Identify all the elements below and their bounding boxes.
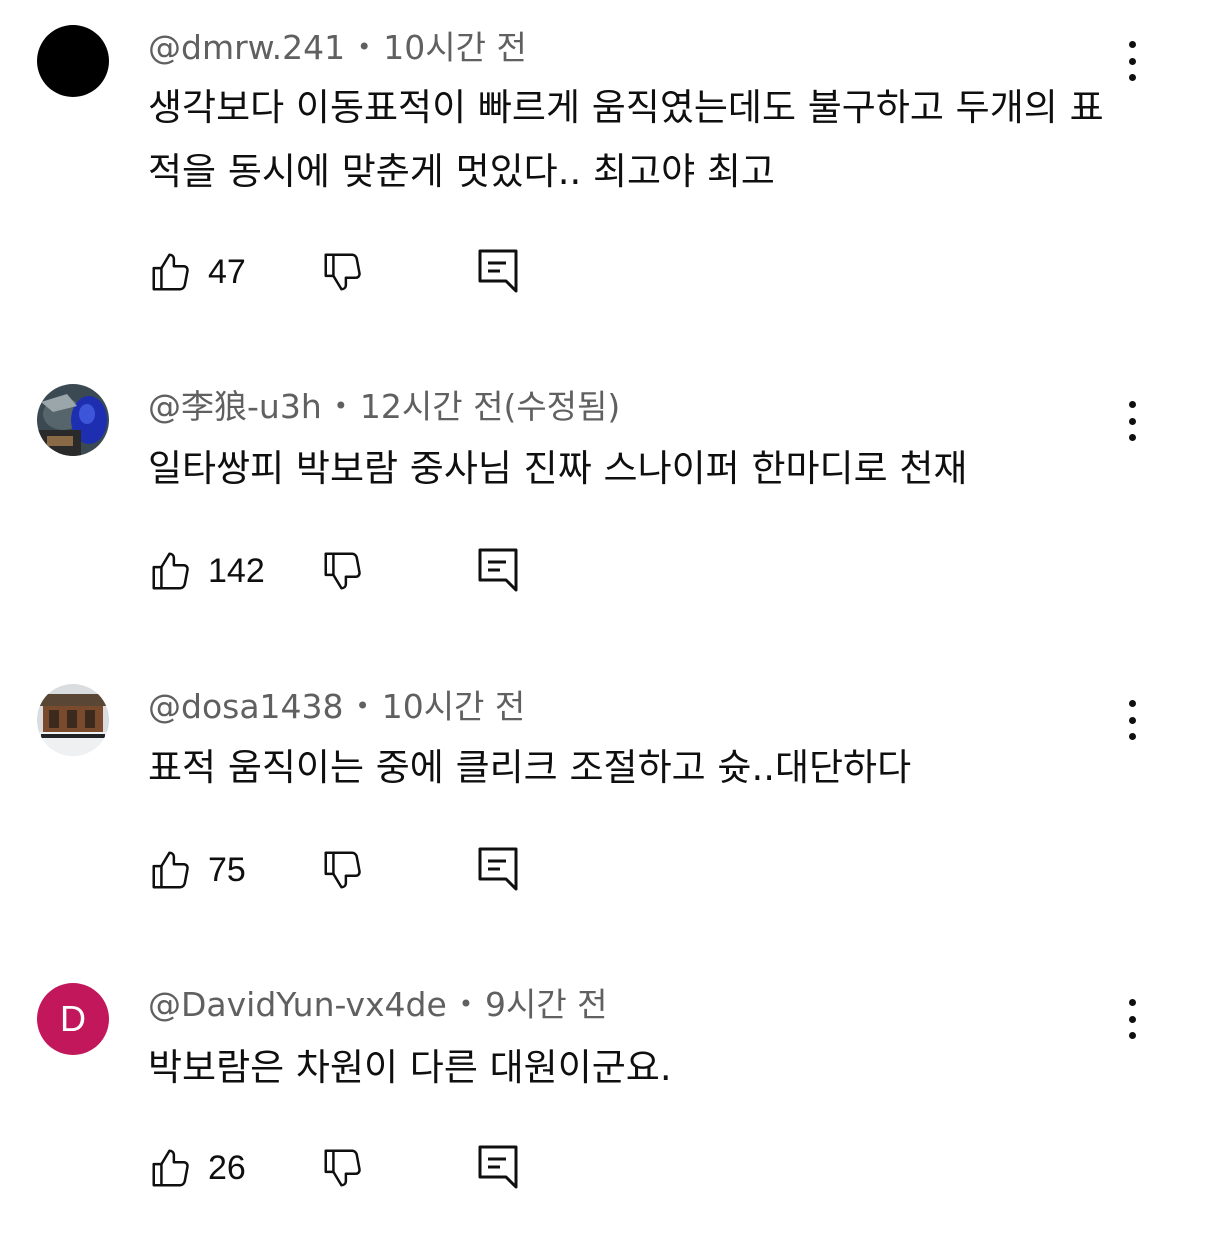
comment-actions: 142: [148, 546, 568, 596]
more-vert-icon-dot: [1128, 1032, 1136, 1039]
like-button[interactable]: 47: [148, 247, 246, 297]
comment-time: 10시간 전: [381, 687, 526, 726]
avatar[interactable]: D: [37, 983, 109, 1055]
comment-actions: 26: [148, 1143, 568, 1193]
more-options-button[interactable]: [1116, 399, 1148, 443]
more-vert-icon-dot: [1128, 417, 1136, 425]
like-count: 47: [208, 252, 246, 291]
comment-meta: @dmrw.241 • 10시간 전: [148, 26, 527, 72]
thumbs-down-icon: [324, 253, 361, 291]
reply-comment-icon: [478, 847, 518, 891]
comment-meta: @DavidYun-vx4de • 9시간 전: [148, 983, 608, 1029]
more-vert-icon-dot: [1128, 733, 1136, 740]
like-count: 142: [208, 551, 265, 590]
like-count: 75: [208, 850, 246, 889]
reply-button[interactable]: [476, 1143, 520, 1193]
thumbs-down-icon: [324, 552, 361, 590]
more-vert-icon-dot: [1128, 716, 1136, 724]
comment-text: 생각보다 이동표적이 빠르게 움직였는데도 불구하고 두개의 표적을 동시에 맞…: [148, 86, 1104, 193]
comment-text: 표적 움직이는 중에 클리크 조절하고 슛..대단하다: [148, 746, 912, 789]
comment-time: 10시간 전: [383, 28, 527, 67]
thumbs-up-icon: [152, 1149, 189, 1187]
dislike-button[interactable]: [320, 1143, 366, 1193]
comment-author[interactable]: @DavidYun-vx4de: [148, 985, 447, 1024]
more-vert-icon: [1128, 401, 1136, 408]
avatar[interactable]: [37, 384, 109, 456]
comment-author[interactable]: @李狼-u3h: [148, 387, 322, 426]
more-options-button[interactable]: [1116, 997, 1148, 1041]
dislike-button[interactable]: [320, 845, 366, 895]
comment-author[interactable]: @dosa1438: [148, 687, 344, 726]
reply-comment-icon: [478, 548, 518, 592]
reply-button[interactable]: [476, 845, 520, 895]
more-vert-icon-dot: [1128, 1015, 1136, 1023]
more-vert-icon-dot: [1128, 57, 1136, 65]
comment-meta: @dosa1438 • 10시간 전: [148, 685, 525, 731]
thumbs-up-icon: [152, 253, 189, 291]
more-vert-icon: [1128, 700, 1136, 707]
comment-time: 12시간 전(수정됨): [359, 387, 621, 426]
more-options-button[interactable]: [1116, 39, 1148, 83]
comment-actions: 47: [148, 247, 568, 297]
like-button[interactable]: 26: [148, 1143, 246, 1193]
separator-dot: •: [333, 391, 348, 420]
like-button[interactable]: 75: [148, 845, 246, 895]
comment-text: 박보람은 차원이 다른 대원이군요.: [148, 1046, 672, 1089]
comment-actions: 75: [148, 845, 568, 895]
thumbs-up-icon: [152, 851, 189, 889]
reply-comment-icon: [478, 1145, 518, 1189]
more-vert-icon-dot: [1128, 74, 1136, 81]
separator-dot: •: [458, 989, 473, 1018]
avatar-photo: [37, 684, 109, 756]
thumbs-down-icon: [324, 1149, 361, 1187]
dislike-button[interactable]: [320, 247, 366, 297]
comment-text: 일타쌍피 박보람 중사님 진짜 스나이퍼 한마디로 천재: [148, 447, 968, 490]
comment-meta: @李狼-u3h • 12시간 전(수정됨): [148, 385, 620, 431]
more-vert-icon: [1128, 41, 1136, 48]
comment-time: 9시간 전: [484, 985, 608, 1024]
thumbs-down-icon: [324, 851, 361, 889]
more-vert-icon-dot: [1128, 434, 1136, 441]
separator-dot: •: [355, 691, 370, 720]
reply-comment-icon: [478, 249, 518, 293]
reply-button[interactable]: [476, 247, 520, 297]
avatar-letter: D: [60, 998, 86, 1039]
avatar[interactable]: [37, 25, 109, 97]
thumbs-up-icon: [152, 552, 189, 590]
like-count: 26: [208, 1148, 246, 1187]
comment-author[interactable]: @dmrw.241: [148, 28, 345, 67]
more-vert-icon: [1128, 999, 1136, 1006]
separator-dot: •: [357, 32, 372, 61]
reply-button[interactable]: [476, 546, 520, 596]
avatar[interactable]: [37, 684, 109, 756]
avatar-photo: [37, 384, 109, 456]
more-options-button[interactable]: [1116, 698, 1148, 742]
like-button[interactable]: 142: [148, 546, 265, 596]
dislike-button[interactable]: [320, 546, 366, 596]
